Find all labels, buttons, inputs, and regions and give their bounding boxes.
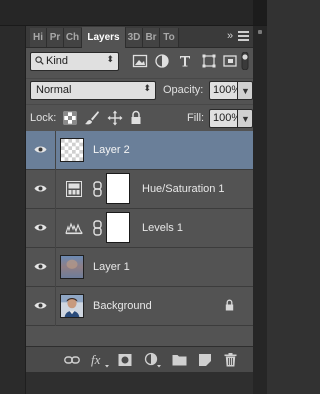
chevron-updown-icon: ⬍ bbox=[106, 54, 114, 64]
layer-locked-icon bbox=[225, 299, 234, 311]
filter-kind-label: Kind bbox=[46, 55, 69, 67]
tab-layers[interactable]: Layers bbox=[82, 27, 126, 48]
tab-tool-presets[interactable]: To bbox=[160, 28, 179, 47]
layer-row-layer-2[interactable]: Layer 2 bbox=[26, 131, 253, 170]
layer-row-layer-1[interactable]: Layer 1 bbox=[26, 248, 253, 287]
fill-dropdown-button[interactable]: ▼ bbox=[238, 109, 253, 128]
panel-tab-bar: Hi Pr Ch Layers 3D Br To » bbox=[26, 26, 253, 48]
hue-saturation-adjustment-icon bbox=[66, 181, 82, 197]
panel-footer bbox=[26, 372, 253, 394]
levels-adjustment-icon bbox=[65, 222, 83, 235]
layer-row-levels-1[interactable]: Levels 1 bbox=[26, 209, 253, 248]
search-icon bbox=[35, 56, 44, 65]
layer-name: Layer 1 bbox=[93, 261, 130, 273]
layer-row-background[interactable]: Background bbox=[26, 287, 253, 326]
new-layer-icon[interactable] bbox=[198, 353, 212, 367]
layer-name: Hue/Saturation 1 bbox=[142, 183, 225, 195]
tab-history[interactable]: Hi bbox=[30, 28, 47, 47]
layer-mask-thumbnail[interactable] bbox=[106, 173, 130, 204]
add-mask-icon[interactable] bbox=[118, 353, 132, 367]
type-filter-icon[interactable] bbox=[177, 53, 193, 69]
opacity-label: Opacity: bbox=[163, 84, 204, 96]
layer-mask-thumbnail[interactable] bbox=[106, 212, 130, 243]
blend-row: Normal ⬍ Opacity: 100% ▼ bbox=[26, 78, 253, 103]
smart-object-filter-icon[interactable] bbox=[222, 53, 238, 69]
layer-thumbnail-photo bbox=[60, 294, 84, 318]
mask-link-chain-icon[interactable] bbox=[93, 220, 102, 236]
fx-icon[interactable]: fx bbox=[90, 352, 110, 368]
lock-transparency-icon[interactable] bbox=[63, 111, 77, 125]
mask-link-chain-icon[interactable] bbox=[93, 181, 102, 197]
adjustment-filter-icon[interactable] bbox=[154, 53, 170, 69]
tab-properties[interactable]: Pr bbox=[47, 28, 64, 47]
lock-pixels-brush-icon[interactable] bbox=[84, 110, 100, 126]
tab-overflow-button[interactable]: » bbox=[222, 29, 236, 44]
layer-name: Layer 2 bbox=[93, 144, 130, 156]
filter-toggle[interactable] bbox=[240, 52, 250, 70]
opacity-field[interactable]: 100% bbox=[209, 81, 241, 100]
top-right-band bbox=[253, 0, 267, 26]
blend-mode-select[interactable]: Normal ⬍ bbox=[30, 81, 156, 100]
right-dock-strip bbox=[253, 26, 267, 394]
layer-thumbnail-transparent bbox=[60, 138, 84, 162]
visibility-eye-icon[interactable] bbox=[34, 301, 47, 310]
filter-kind-select[interactable]: Kind ⬍ bbox=[30, 52, 119, 71]
link-layers-icon[interactable] bbox=[64, 353, 80, 367]
layer-name: Background bbox=[93, 300, 152, 312]
layer-row-hue-saturation-1[interactable]: Hue/Saturation 1 bbox=[26, 170, 253, 209]
visibility-eye-icon[interactable] bbox=[34, 145, 47, 154]
image-filter-icon[interactable] bbox=[132, 53, 148, 69]
row-separator bbox=[55, 248, 56, 287]
visibility-eye-icon[interactable] bbox=[34, 223, 47, 232]
opacity-dropdown-button[interactable]: ▼ bbox=[238, 81, 253, 100]
blend-mode-value: Normal bbox=[36, 84, 72, 96]
layer-thumbnail-blurred-photo bbox=[60, 255, 84, 279]
dock-handle[interactable] bbox=[258, 30, 262, 34]
fill-label: Fill: bbox=[187, 112, 205, 124]
svg-text:fx: fx bbox=[91, 352, 101, 367]
lock-row: Lock: Fill: 100% ▼ bbox=[26, 104, 253, 132]
new-group-folder-icon[interactable] bbox=[172, 353, 187, 366]
filter-row: Kind ⬍ bbox=[26, 48, 253, 75]
row-separator bbox=[55, 209, 56, 248]
shape-filter-icon[interactable] bbox=[201, 53, 217, 69]
row-separator bbox=[55, 287, 56, 326]
lock-all-icon[interactable] bbox=[130, 110, 142, 125]
row-separator bbox=[55, 170, 56, 209]
delete-layer-trash-icon[interactable] bbox=[224, 353, 237, 367]
app-top-strip bbox=[0, 0, 267, 26]
lock-label: Lock: bbox=[30, 112, 57, 124]
lock-position-move-icon[interactable] bbox=[107, 110, 123, 126]
tab-3d[interactable]: 3D bbox=[126, 28, 143, 47]
visibility-eye-icon[interactable] bbox=[34, 184, 47, 193]
chevron-updown-icon: ⬍ bbox=[143, 83, 151, 93]
tab-brush[interactable]: Br bbox=[143, 28, 160, 47]
layers-panel: Hi Pr Ch Layers 3D Br To » Kind ⬍ Normal… bbox=[26, 26, 253, 373]
panel-menu-icon[interactable] bbox=[238, 30, 249, 42]
layers-list: Layer 2 Hue/Saturation 1 Levels 1 Layer … bbox=[26, 131, 253, 338]
left-dock-strip bbox=[0, 26, 26, 394]
row-separator bbox=[55, 131, 56, 170]
tab-channels[interactable]: Ch bbox=[64, 28, 82, 47]
visibility-eye-icon[interactable] bbox=[34, 262, 47, 271]
layer-name: Levels 1 bbox=[142, 222, 183, 234]
new-adjustment-layer-icon[interactable] bbox=[144, 352, 162, 368]
fill-field[interactable]: 100% bbox=[209, 109, 241, 128]
layers-bottom-toolbar: fx bbox=[26, 346, 253, 373]
